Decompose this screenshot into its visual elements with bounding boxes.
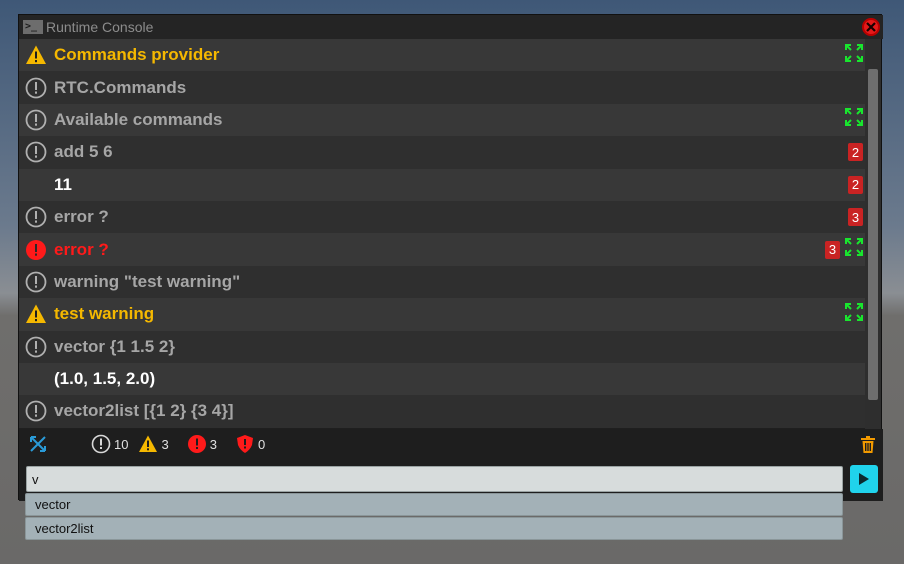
log-entry-actions: 2 [848, 169, 863, 201]
repeat-count-badge: 3 [848, 208, 863, 227]
info-icon [25, 206, 47, 228]
console-toolbar: 10 3 3 0 [19, 429, 883, 459]
autocomplete-item[interactable]: vector2list [25, 517, 843, 540]
log-entry-text: Available commands [54, 109, 223, 129]
terminal-icon: >_ [23, 20, 43, 34]
log-entry-text: vector {1 1.5 2} [54, 336, 175, 356]
info-icon [25, 271, 47, 293]
log-entry-icon [24, 108, 48, 132]
expand-button[interactable] [845, 302, 863, 326]
log-entry[interactable]: vector2list [{1 2} {3 4}] [19, 395, 867, 428]
info-icon [91, 434, 111, 454]
log-entry-icon [24, 238, 48, 262]
log-entry[interactable]: Available commands [19, 103, 867, 137]
shield-icon [236, 435, 253, 453]
log-entry-actions: 3 [825, 233, 863, 265]
log-entry-actions [845, 298, 863, 330]
error-icon [187, 435, 206, 453]
log-entry[interactable]: 11 2 [19, 168, 867, 201]
log-entry-text: (1.0, 1.5, 2.0) [54, 369, 156, 389]
window-title: Runtime Console [46, 19, 154, 35]
autocomplete-item[interactable]: vector [25, 493, 843, 516]
info-filter-toggle[interactable]: 10 [91, 434, 128, 454]
expand-button[interactable] [845, 108, 863, 131]
runtime-console-window: >_ Runtime Console Commands provider RTC.… [18, 14, 883, 501]
log-entry-text: test warning [54, 304, 155, 324]
log-entry-icon [24, 43, 48, 67]
info-icon [25, 77, 47, 98]
log-entry[interactable]: test warning [19, 298, 867, 331]
warning-icon [26, 45, 46, 65]
exception-count: 0 [257, 436, 266, 452]
log-entry[interactable]: error ? 3 [19, 233, 867, 266]
scrollbar-thumb[interactable] [868, 69, 878, 400]
log-entry-text: error ? [54, 239, 109, 259]
expand-icon [845, 238, 863, 257]
info-count: 10 [114, 436, 129, 452]
close-icon [866, 22, 876, 32]
log-entry[interactable]: warning "test warning" [19, 265, 867, 299]
log-entry-actions [845, 104, 863, 136]
log-entry[interactable]: (1.0, 1.5, 2.0) [19, 362, 867, 396]
error-icon [26, 239, 46, 260]
run-command-button[interactable] [850, 465, 878, 493]
log-entry[interactable]: Commands provider [19, 39, 867, 72]
log-entry-icon [24, 140, 48, 164]
info-icon [25, 109, 47, 131]
warning-icon [26, 304, 46, 324]
expand-icon [845, 43, 863, 62]
warning-filter-toggle[interactable]: 3 [138, 434, 169, 454]
title-bar[interactable]: >_ Runtime Console [19, 15, 883, 39]
command-input[interactable] [26, 466, 843, 492]
log-entry-text: 11 [54, 174, 72, 194]
warning-count: 3 [161, 436, 169, 452]
log-entry[interactable]: RTC.Commands [19, 71, 867, 104]
log-entry-text: Commands provider [54, 45, 220, 65]
expand-button[interactable] [845, 43, 863, 67]
log-entry-actions [845, 39, 863, 71]
log-entry-icon [24, 399, 48, 423]
log-entry-text: add 5 6 [54, 142, 113, 162]
error-filter-toggle[interactable]: 3 [187, 434, 217, 454]
error-count: 3 [209, 436, 217, 452]
clear-filter-button[interactable] [29, 435, 47, 453]
log-scrollbar[interactable] [865, 39, 881, 429]
log-entry[interactable]: error ? 3 [19, 200, 867, 234]
log-entry-actions: 2 [848, 136, 863, 168]
info-icon [25, 401, 47, 422]
log-list[interactable]: Commands provider RTC.Commands Available c… [19, 39, 867, 429]
trash-icon [861, 435, 875, 453]
info-icon [25, 141, 47, 163]
log-entry-icon [24, 205, 48, 229]
collapse-icon [30, 436, 46, 452]
repeat-count-badge: 2 [848, 143, 863, 162]
log-entry-actions: 3 [848, 201, 863, 233]
clear-log-button[interactable] [859, 434, 877, 454]
info-icon [25, 336, 47, 358]
exception-filter-toggle[interactable]: 0 [235, 434, 265, 454]
log-entry-icon [24, 270, 48, 294]
log-entry[interactable]: vector {1 1.5 2} [19, 330, 867, 363]
log-entry-icon [24, 76, 48, 100]
play-icon [859, 473, 869, 485]
expand-icon [845, 108, 863, 127]
log-entry[interactable]: add 5 6 2 [19, 136, 867, 169]
log-entry-icon [24, 335, 48, 359]
log-entry-icon [24, 302, 48, 326]
log-entry-text: vector2list [{1 2} {3 4}] [54, 401, 234, 421]
expand-button[interactable] [845, 238, 863, 261]
expand-icon [845, 302, 863, 321]
log-entry-text: error ? [54, 207, 109, 227]
warning-icon [139, 435, 158, 452]
autocomplete-list: vector vector2list [25, 493, 843, 541]
log-entry-text: RTC.Commands [54, 77, 187, 97]
repeat-count-badge: 2 [848, 175, 863, 194]
close-button[interactable] [862, 18, 880, 36]
repeat-count-badge: 3 [825, 240, 840, 259]
log-entry-text: warning "test warning" [54, 271, 241, 291]
